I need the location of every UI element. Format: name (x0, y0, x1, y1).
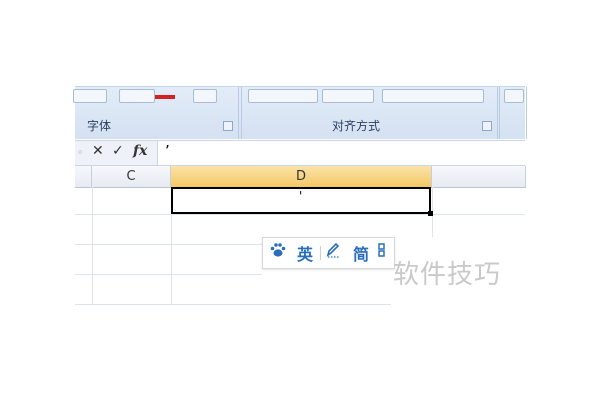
align-buttons[interactable] (248, 89, 318, 103)
grid-line (75, 304, 391, 305)
grid-line (75, 244, 262, 245)
paw-icon-svg (270, 243, 286, 257)
grid-line (75, 214, 525, 215)
insert-function-button[interactable]: fx (133, 143, 147, 159)
active-cell-content: ' (299, 189, 303, 203)
grid-line (75, 274, 262, 275)
fill-color-button[interactable] (119, 89, 155, 103)
number-group (499, 87, 527, 139)
ribbon-button[interactable] (504, 89, 524, 103)
formula-input[interactable]: ’ (165, 142, 170, 160)
font-group: 字体 (73, 87, 239, 139)
font-group-label: 字体 (87, 119, 112, 133)
cancel-icon[interactable]: ✕ (92, 143, 104, 159)
ime-toolbar: 英 简 (262, 237, 395, 269)
paw-icon[interactable] (269, 241, 287, 263)
indent-buttons[interactable] (322, 89, 374, 103)
formula-controls: ◦ ✕ ✓ fx (75, 141, 158, 165)
watermark: 软件技巧 (393, 260, 502, 290)
pencil-icon[interactable] (325, 241, 341, 263)
wrap-text-button[interactable] (382, 89, 484, 103)
charset-toggle[interactable]: 简 (353, 241, 369, 265)
grid-menu-icon[interactable] (378, 241, 390, 263)
formula-bar: ◦ ✕ ✓ fx ’ (75, 140, 525, 166)
pencil-icon-svg (326, 242, 340, 258)
ribbon-button[interactable] (73, 89, 107, 103)
ribbon-button[interactable] (193, 89, 217, 103)
dialog-launcher-icon[interactable] (223, 121, 233, 131)
fill-handle[interactable] (428, 211, 433, 216)
dialog-launcher-icon[interactable] (482, 121, 492, 131)
grid-menu-icon-svg (378, 243, 385, 257)
font-color-icon[interactable] (155, 95, 175, 99)
column-header-c[interactable]: C (92, 166, 171, 188)
alignment-group: 对齐方式 (241, 87, 498, 139)
enter-icon[interactable]: ✓ (112, 143, 124, 159)
column-header-d[interactable]: D (171, 166, 432, 188)
ribbon: 字体 对齐方式 (73, 86, 527, 139)
row-header-corner[interactable] (75, 166, 92, 188)
grid-line (92, 187, 93, 305)
scroll-handle-icon[interactable]: ◦ (77, 146, 84, 159)
language-toggle[interactable]: 英 (297, 241, 313, 265)
column-header-e[interactable] (432, 166, 526, 188)
alignment-group-label: 对齐方式 (332, 119, 381, 133)
ime-separator (320, 246, 321, 260)
